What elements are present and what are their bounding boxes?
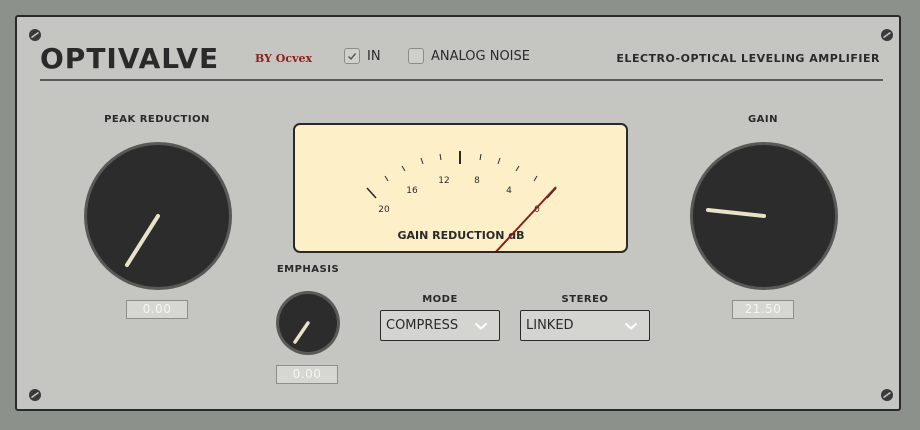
peak-reduction-value[interactable]: 0.00 (126, 300, 188, 319)
meter-scale-16: 16 (406, 186, 418, 196)
header-divider (40, 79, 883, 81)
emphasis-label: EMPHASIS (276, 264, 340, 275)
in-label: IN (367, 48, 381, 64)
chevron-down-icon (474, 322, 488, 330)
screw-icon (881, 29, 893, 41)
analog-noise-checkbox[interactable] (408, 48, 424, 64)
mode-selected: COMPRESS (386, 318, 459, 333)
gain-value[interactable]: 21.50 (732, 300, 794, 319)
in-checkbox[interactable] (344, 48, 360, 64)
meter-scale: 20 16 12 8 4 0 GAIN REDUCTION dB (366, 151, 557, 251)
peak-reduction-label: PEAK REDUCTION (104, 114, 210, 125)
plugin-subtitle: ELECTRO-OPTICAL LEVELING AMPLIFIER (616, 52, 880, 65)
gain-knob[interactable] (687, 139, 841, 293)
mode-dropdown[interactable]: COMPRESS (380, 310, 500, 341)
screw-icon (881, 389, 893, 401)
brand-credit: BY Ocvex (255, 52, 313, 65)
meter-scale-20: 20 (378, 205, 390, 215)
analog-noise-label: ANALOG NOISE (431, 48, 530, 64)
meter-label: GAIN REDUCTION dB (397, 229, 524, 242)
meter-scale-4: 4 (506, 186, 512, 196)
plugin-title: OPTIVALVE (40, 42, 220, 75)
mode-label: MODE (422, 294, 458, 305)
gain-reduction-meter: 20 16 12 8 4 0 GAIN REDUCTION dB (293, 123, 628, 253)
plugin-panel: OPTIVALVE BY Ocvex IN ANALOG NOISE ELECT… (15, 15, 901, 411)
in-toggle[interactable]: IN (344, 48, 381, 64)
stereo-dropdown[interactable]: LINKED (520, 310, 650, 341)
checkmark-icon (348, 52, 357, 60)
chevron-down-icon (624, 322, 638, 330)
stereo-selected: LINKED (526, 318, 574, 333)
meter-scale-12: 12 (438, 176, 449, 186)
gain-label: GAIN (747, 114, 779, 125)
screw-icon (29, 389, 41, 401)
emphasis-value[interactable]: 0.00 (276, 365, 338, 384)
emphasis-knob[interactable] (275, 290, 341, 356)
stereo-label: STEREO (561, 294, 609, 305)
screw-icon (29, 29, 41, 41)
analog-noise-toggle[interactable]: ANALOG NOISE (408, 48, 530, 64)
peak-reduction-knob[interactable] (81, 139, 235, 293)
meter-scale-8: 8 (474, 176, 480, 186)
meter-ticks (366, 151, 557, 199)
